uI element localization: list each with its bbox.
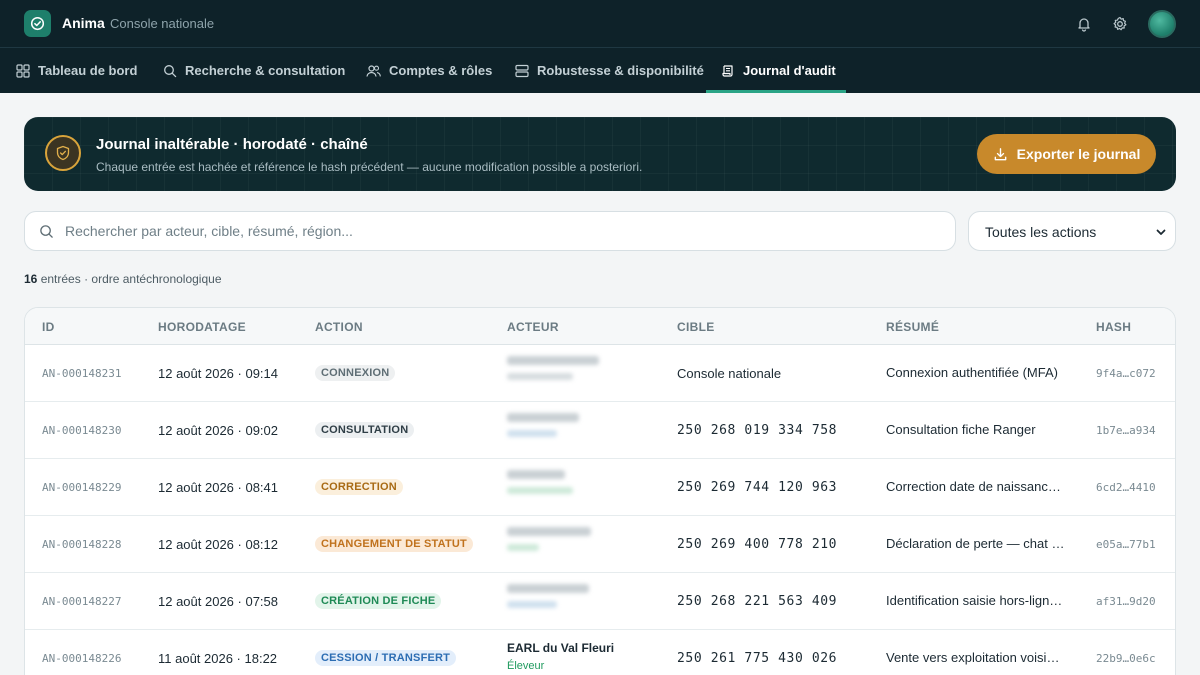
entry-timestamp: 11 août 2026 · 18:22 — [158, 651, 278, 666]
tab-label: Comptes & rôles — [389, 63, 493, 78]
tab-accounts[interactable]: Comptes & rôles — [366, 48, 492, 93]
action-badge: CONSULTATION — [315, 422, 415, 438]
actor-redacted — [507, 584, 589, 608]
entry-summary: Connexion authentifiée (MFA) — [886, 365, 1058, 380]
entry-id: AN-000148231 — [42, 367, 122, 380]
scroll-icon — [722, 64, 733, 77]
entry-summary: Consultation fiche Ranger — [886, 422, 1036, 437]
download-icon — [994, 147, 1006, 160]
entry-hash: 1b7e…a934 — [1096, 424, 1156, 437]
entry-id: AN-000148226 — [42, 652, 122, 665]
entry-target: 250 268 019 334 758 — [677, 423, 838, 438]
entry-target: Console nationale — [677, 366, 782, 381]
banner-description: Chaque entrée est hachée et référence le… — [96, 160, 643, 174]
app-subtitle: Console nationale — [110, 16, 215, 31]
search-icon — [164, 64, 177, 77]
count-text: entrées · ordre antéchronologique — [40, 272, 222, 286]
col-summary[interactable]: RÉSUMÉ — [886, 320, 939, 334]
entry-id: AN-000148228 — [42, 538, 122, 551]
tab-dashboard[interactable]: Tableau de bord — [16, 48, 137, 93]
export-log-button[interactable]: Exporter le journal — [977, 134, 1156, 174]
search-input[interactable] — [65, 212, 945, 250]
col-id[interactable]: ID — [42, 320, 55, 334]
col-target[interactable]: CIBLE — [677, 320, 715, 334]
shield-icon — [45, 135, 81, 171]
entry-hash: 9f4a…c072 — [1096, 367, 1156, 380]
col-action[interactable]: ACTION — [315, 320, 363, 334]
entry-target: 250 269 744 120 963 — [677, 480, 838, 495]
col-actor[interactable]: ACTEUR — [507, 320, 559, 334]
filter-selected-value: Toutes les actions — [985, 224, 1097, 240]
action-badge: CONNEXION — [315, 365, 396, 381]
table-row[interactable]: AN-000148229 12 août 2026 · 08:41 CORREC… — [25, 459, 1175, 516]
entry-hash: af31…9d20 — [1096, 595, 1156, 608]
chevron-down-icon — [1156, 229, 1166, 235]
entry-timestamp: 12 août 2026 · 09:14 — [158, 366, 278, 381]
search-box — [24, 211, 956, 251]
table-row[interactable]: AN-000148227 12 août 2026 · 07:58 CRÉATI… — [25, 573, 1175, 630]
entry-id: AN-000148227 — [42, 595, 122, 608]
count-number: 16 — [24, 272, 38, 286]
app-name: Anima — [62, 15, 105, 31]
entry-target: 250 261 775 430 026 — [677, 651, 838, 666]
tab-audit-log[interactable]: Journal d'audit — [721, 48, 836, 93]
actor-redacted — [507, 527, 591, 551]
banner-title: Journal inaltérable · horodaté · chaîné — [96, 136, 368, 153]
server-icon — [515, 64, 529, 77]
main-nav: Tableau de bord Recherche & consultation… — [0, 48, 1200, 93]
actor-name: EARL du Val Fleuri — [507, 641, 615, 655]
actor-redacted — [507, 470, 573, 494]
tab-search[interactable]: Recherche & consultation — [163, 48, 345, 93]
table-header: ID HORODATAGE ACTION ACTEUR CIBLE RÉSUMÉ… — [25, 308, 1175, 345]
entries-count: 16 entrées · ordre antéchronologique — [24, 272, 222, 286]
tab-label: Journal d'audit — [743, 63, 836, 78]
action-badge: CHANGEMENT DE STATUT — [315, 536, 473, 552]
audit-banner: Journal inaltérable · horodaté · chaîné … — [24, 117, 1176, 191]
tab-label: Recherche & consultation — [185, 63, 346, 78]
col-hash[interactable]: HASH — [1096, 320, 1131, 334]
entry-timestamp: 12 août 2026 · 08:12 — [158, 537, 278, 552]
table-row[interactable]: AN-000148226 11 août 2026 · 18:22 CESSIO… — [25, 630, 1175, 675]
entry-summary: Déclaration de perte — chat … — [886, 536, 1065, 551]
action-badge: CORRECTION — [315, 479, 403, 495]
users-icon — [366, 64, 381, 77]
actor-redacted — [507, 413, 579, 437]
top-bar: Anima Console nationale — [0, 0, 1200, 48]
gear-icon[interactable] — [1110, 14, 1130, 34]
entry-hash: e05a…77b1 — [1096, 538, 1156, 551]
tab-robustness[interactable]: Robustesse & disponibilité — [515, 48, 704, 93]
action-badge: CESSION / TRANSFERT — [315, 650, 457, 666]
entry-timestamp: 12 août 2026 · 08:41 — [158, 480, 278, 495]
entry-id: AN-000148230 — [42, 424, 122, 437]
search-icon — [40, 225, 53, 238]
audit-table: ID HORODATAGE ACTION ACTEUR CIBLE RÉSUMÉ… — [24, 307, 1176, 675]
entry-summary: Vente vers exploitation voisin… — [886, 650, 1066, 665]
avatar[interactable] — [1148, 10, 1176, 38]
bell-icon[interactable] — [1074, 14, 1094, 34]
entry-timestamp: 12 août 2026 · 07:58 — [158, 594, 278, 609]
entry-target: 250 268 221 563 409 — [677, 594, 838, 609]
entry-target: 250 269 400 778 210 — [677, 537, 838, 552]
table-row[interactable]: AN-000148228 12 août 2026 · 08:12 CHANGE… — [25, 516, 1175, 573]
table-row[interactable]: AN-000148230 12 août 2026 · 09:02 CONSUL… — [25, 402, 1175, 459]
actor-redacted — [507, 356, 599, 380]
tab-label: Tableau de bord — [38, 63, 138, 78]
entry-hash: 6cd2…4410 — [1096, 481, 1156, 494]
table-row[interactable]: AN-000148231 12 août 2026 · 09:14 CONNEX… — [25, 345, 1175, 402]
actor-role: Éleveur — [507, 660, 545, 672]
dashboard-icon — [16, 63, 30, 78]
action-filter-select[interactable]: Toutes les actions — [968, 211, 1176, 251]
active-tab-indicator — [706, 90, 846, 93]
logo-icon — [24, 10, 51, 37]
action-badge: CRÉATION DE FICHE — [315, 593, 442, 609]
tab-label: Robustesse & disponibilité — [537, 63, 704, 78]
col-timestamp[interactable]: HORODATAGE — [158, 320, 246, 334]
entry-timestamp: 12 août 2026 · 09:02 — [158, 423, 278, 438]
entry-summary: Correction date de naissance… — [886, 479, 1066, 494]
entry-summary: Identification saisie hors-lign… — [886, 593, 1063, 608]
entry-id: AN-000148229 — [42, 481, 122, 494]
entry-hash: 22b9…0e6c — [1096, 652, 1156, 665]
export-label: Exporter le journal — [1016, 146, 1141, 162]
